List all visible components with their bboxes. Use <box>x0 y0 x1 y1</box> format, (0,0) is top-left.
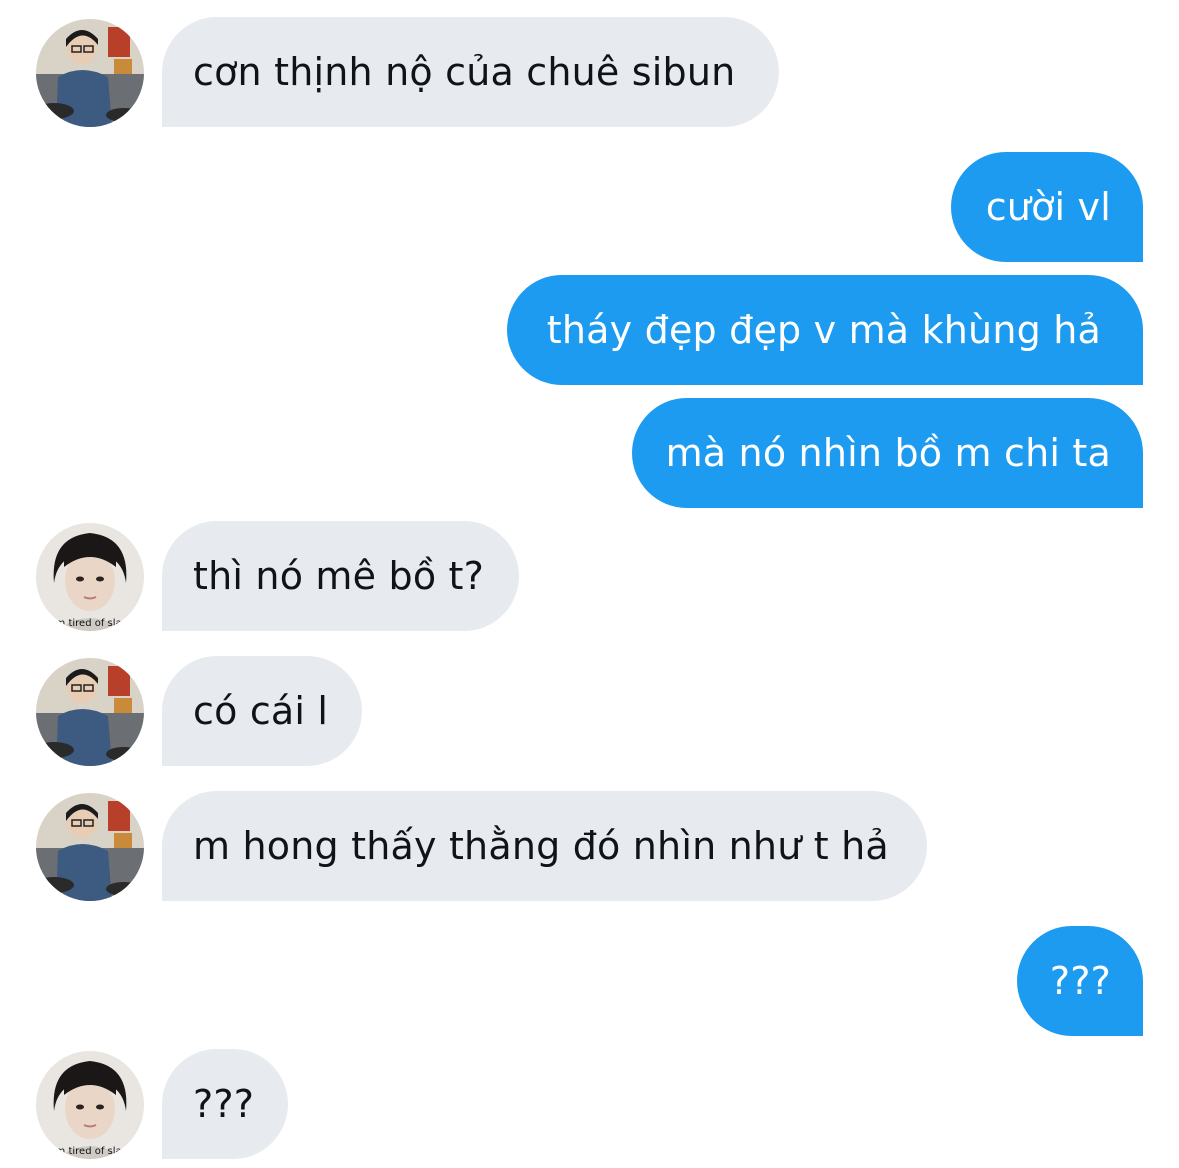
message-text: mà nó nhìn bồ m chi ta <box>665 431 1111 475</box>
message-bubble-outgoing[interactable]: tháy đẹp đẹp v mà khùng hả <box>507 275 1143 385</box>
avatar-watermark: i'm tired of slaving <box>50 1146 144 1157</box>
message-text: tháy đẹp đẹp v mà khùng hả <box>546 308 1101 352</box>
message-text: ??? <box>193 1082 255 1126</box>
portrait-avatar[interactable]: i'm tired of slaving <box>36 1051 144 1159</box>
message-text: cơn thịnh nộ của chuê sibun <box>193 50 736 94</box>
message-text: cười vl <box>985 185 1111 229</box>
message-bubble-incoming[interactable]: cơn thịnh nộ của chuê sibun <box>162 17 779 127</box>
message-bubble-incoming[interactable]: ??? <box>162 1049 288 1159</box>
message-bubble-incoming[interactable]: m hong thấy thằng đó nhìn như t hả <box>162 791 927 901</box>
message-bubble-outgoing[interactable]: mà nó nhìn bồ m chi ta <box>632 398 1143 508</box>
avatar-watermark: i'm tired of slaving <box>50 618 144 629</box>
message-bubble-outgoing[interactable]: ??? <box>1017 926 1143 1036</box>
drummer-avatar[interactable] <box>36 793 144 901</box>
message-bubble-incoming[interactable]: thì nó mê bồ t? <box>162 521 519 631</box>
message-text: m hong thấy thằng đó nhìn như t hả <box>193 824 889 868</box>
message-bubble-incoming[interactable]: có cái l <box>162 656 362 766</box>
drummer-avatar[interactable] <box>36 658 144 766</box>
message-bubble-outgoing[interactable]: cười vl <box>951 152 1143 262</box>
message-text: ??? <box>1049 959 1111 1003</box>
drummer-avatar[interactable] <box>36 19 144 127</box>
portrait-avatar[interactable]: i'm tired of slaving <box>36 523 144 631</box>
message-text: thì nó mê bồ t? <box>193 554 485 598</box>
message-text: có cái l <box>193 689 329 733</box>
dm-conversation: cơn thịnh nộ của chuê sibun cười vl tháy… <box>0 0 1179 1168</box>
